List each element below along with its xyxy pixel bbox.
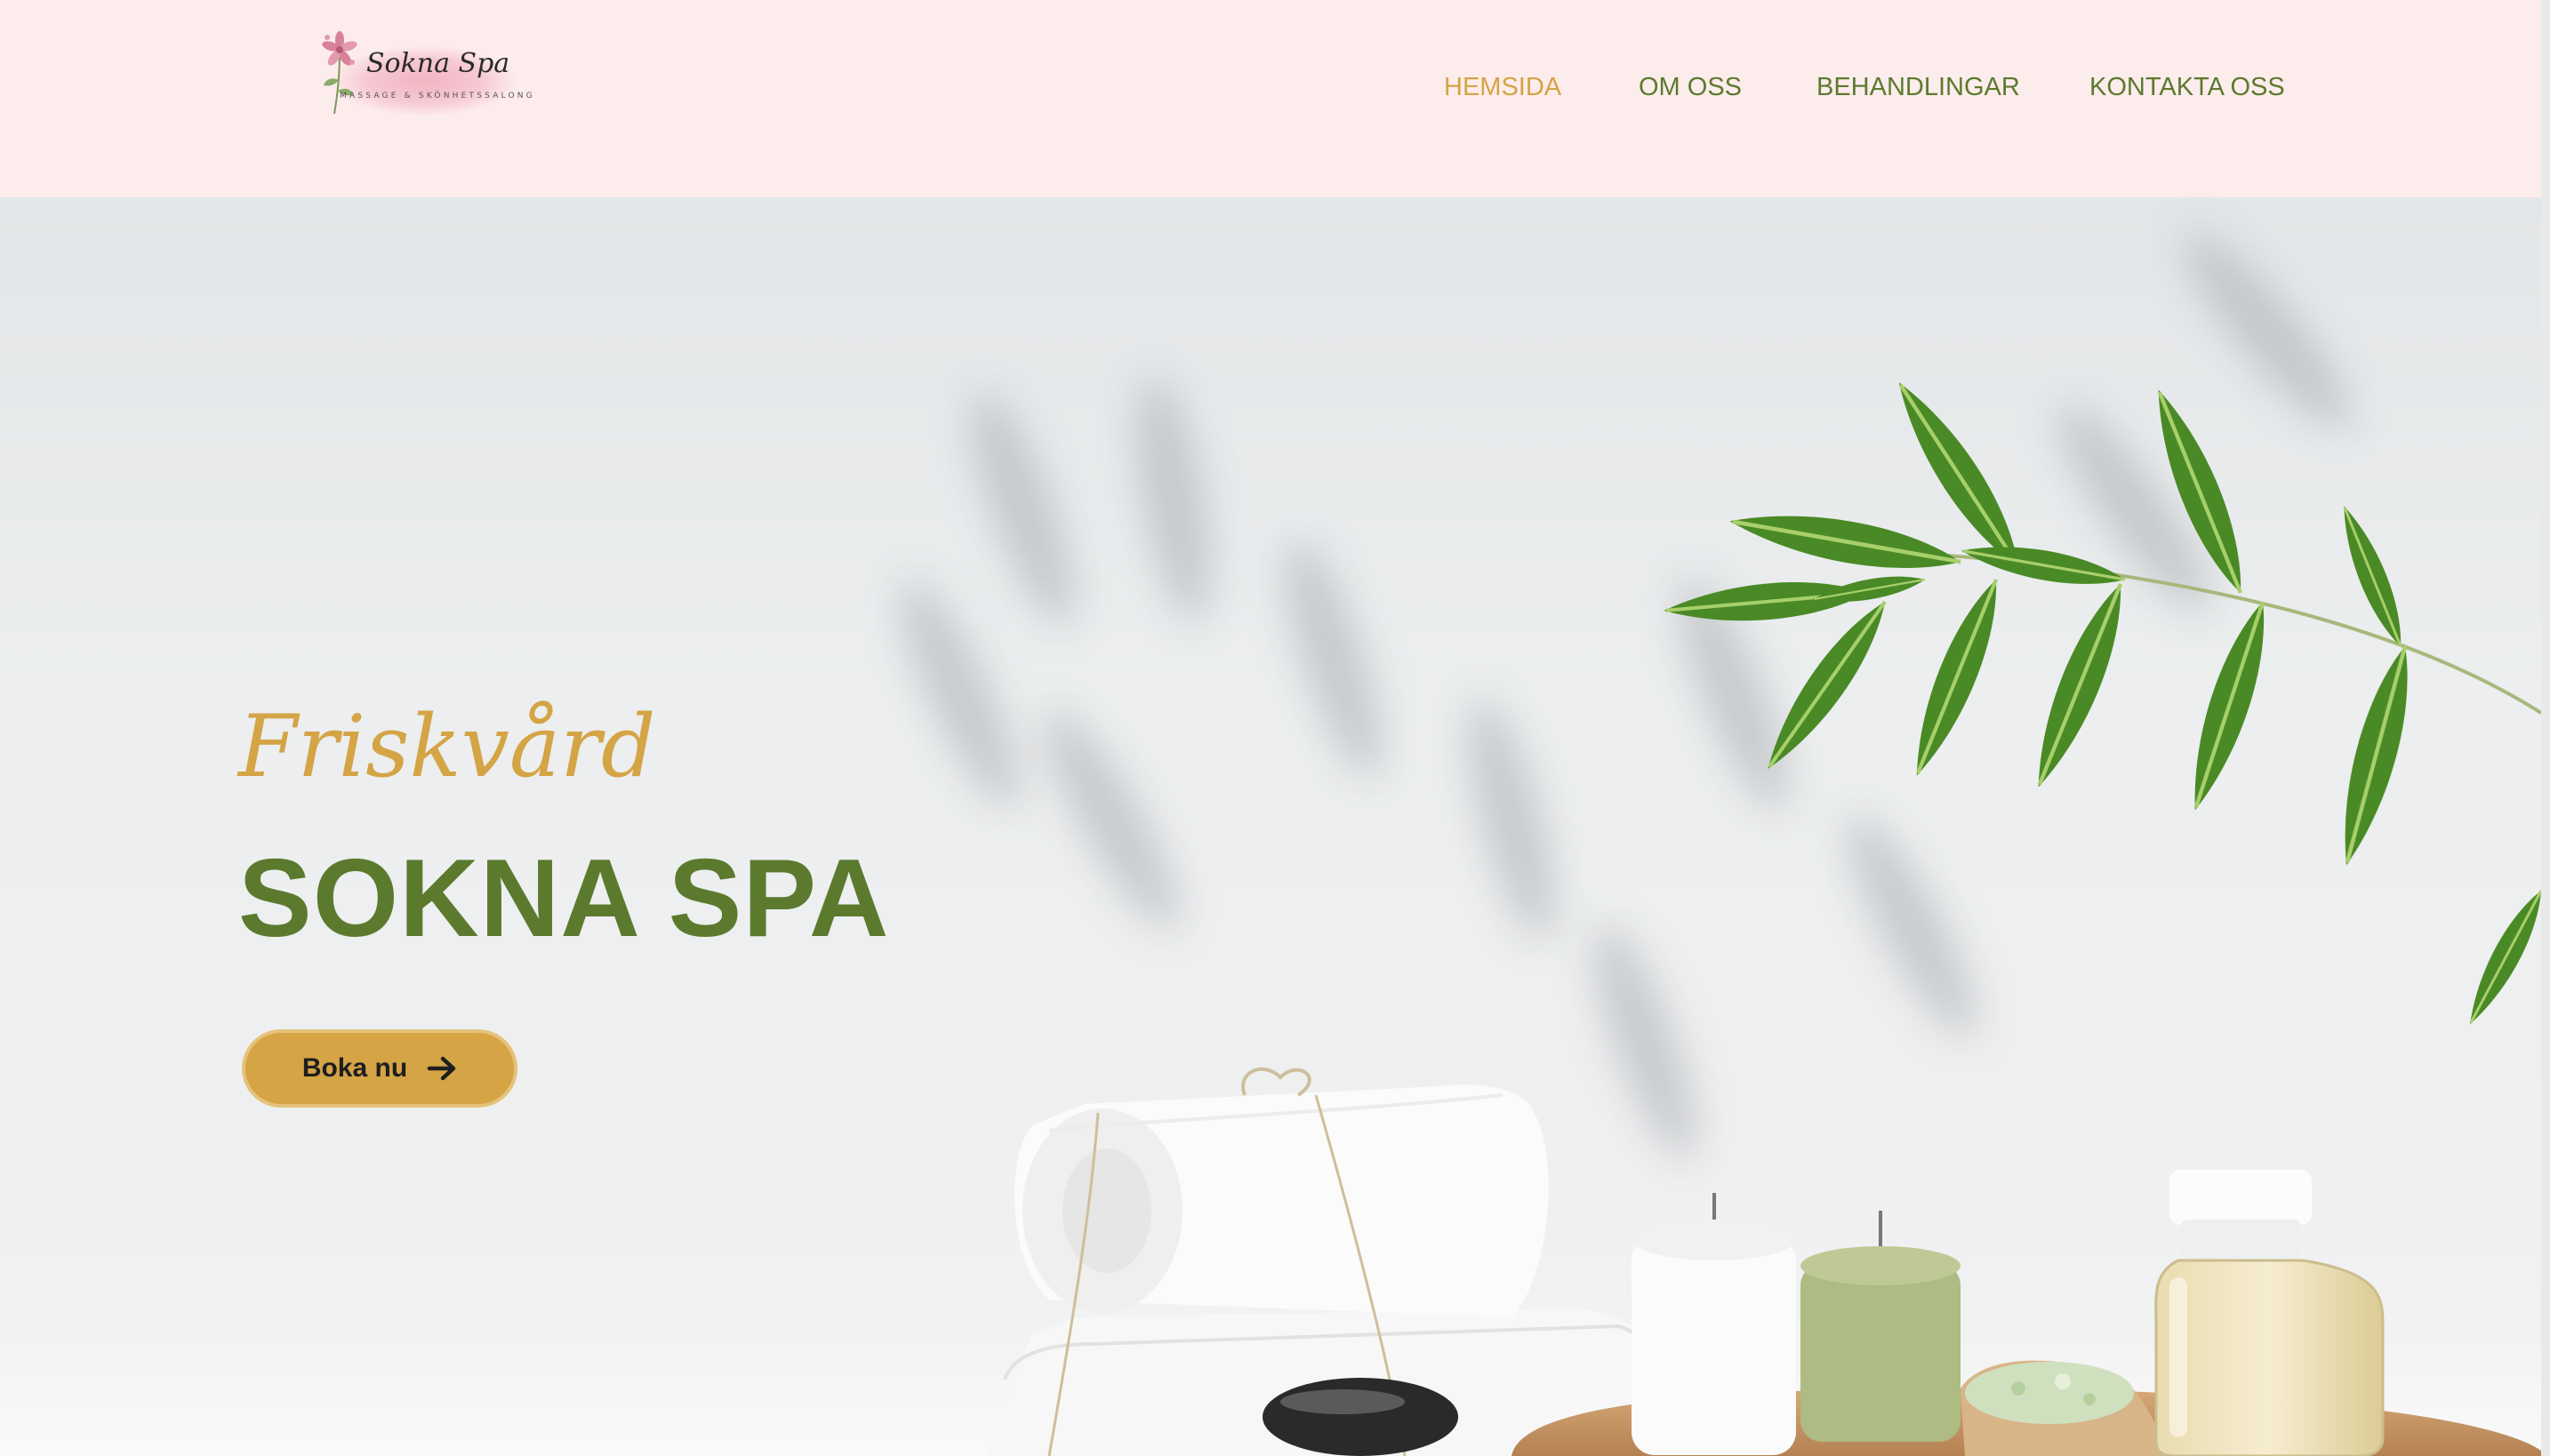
main-nav: HEMSIDA OM OSS BEHANDLINGAR KONTAKTA OSS xyxy=(0,73,2541,108)
hero-tagline: Friskvård xyxy=(238,697,656,796)
hero-title: SOKNA SPA xyxy=(238,837,890,960)
page-scrollbar[interactable] xyxy=(2541,0,2550,1456)
book-now-label: Boka nu xyxy=(301,1053,408,1083)
nav-item-om-oss[interactable]: OM OSS xyxy=(1639,73,1742,102)
hero-section: Friskvård SOKNA SPA Boka nu xyxy=(0,197,2541,1456)
hero-background-image xyxy=(880,215,2541,1456)
book-now-button[interactable]: Boka nu xyxy=(242,1029,517,1108)
arrow-right-icon xyxy=(427,1056,456,1081)
nav-item-kontakta-oss[interactable]: KONTAKTA OSS xyxy=(2089,73,2285,102)
nav-item-hemsida[interactable]: HEMSIDA xyxy=(1444,73,1561,102)
nav-item-behandlingar[interactable]: BEHANDLINGAR xyxy=(1816,73,2020,102)
site-header: Sokna Spa MASSAGE & SKÖNHETSSALONG HEMSI… xyxy=(0,0,2541,197)
